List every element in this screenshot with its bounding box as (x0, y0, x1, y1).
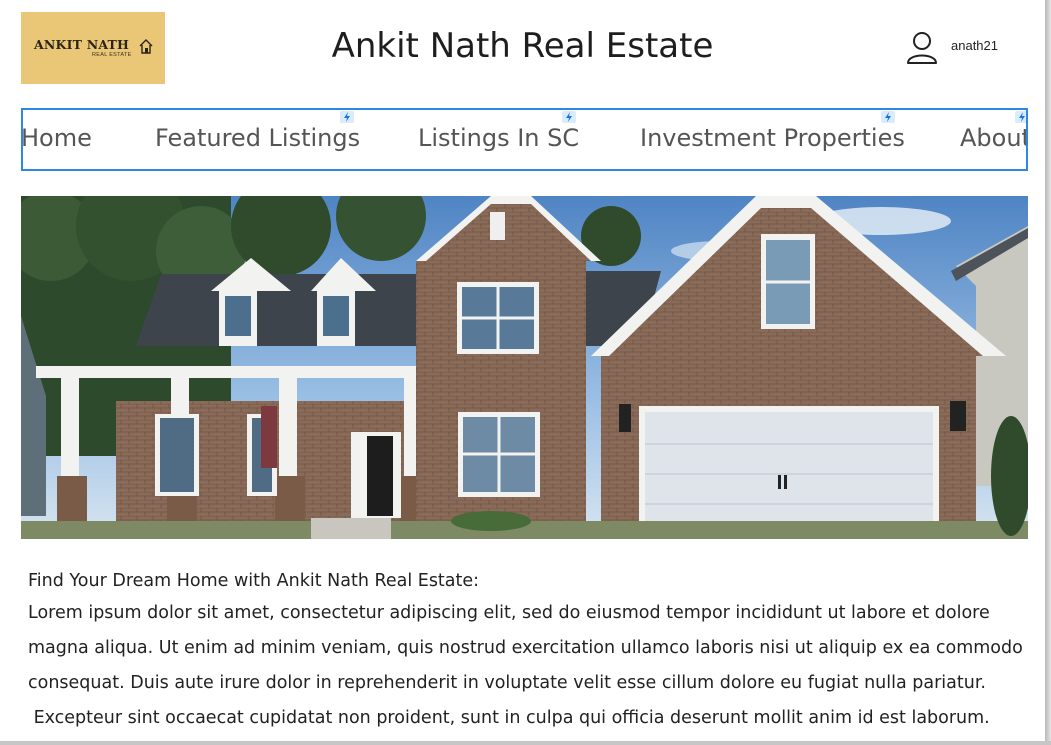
house-illustration (21, 196, 1028, 539)
hero-image (21, 196, 1028, 539)
lightning-bolt-icon (1015, 111, 1026, 123)
site-logo[interactable]: ANKIT NATH REAL ESTATE (21, 12, 165, 84)
username[interactable]: anath21 (951, 38, 998, 53)
intro-heading: Find Your Dream Home with Ankit Nath Rea… (28, 571, 480, 591)
page: ANKIT NATH REAL ESTATE Ankit Nath Real E… (0, 0, 1045, 741)
nav-item-investment-properties[interactable]: Investment Properties (640, 124, 905, 152)
house-icon (139, 39, 153, 54)
lightning-bolt-icon (881, 111, 895, 123)
intro-section: Find Your Dream Home with Ankit Nath Rea… (28, 566, 1028, 736)
logo-tagline: REAL ESTATE (92, 52, 132, 58)
nav-item-listings-in-sc[interactable]: Listings In SC (418, 124, 579, 152)
window-edge-shadow (1045, 0, 1051, 745)
body-text-line: consequat. Duis aute irure dolor in repr… (28, 673, 986, 693)
user-icon[interactable] (904, 31, 940, 65)
nav-item-home[interactable]: Home (23, 124, 92, 152)
lightning-bolt-icon (562, 111, 576, 123)
nav-item-about[interactable]: About (960, 124, 1026, 152)
main-nav: Home Featured Listings Listings In SC In… (21, 108, 1028, 171)
nav-item-featured-listings[interactable]: Featured Listings (155, 124, 360, 152)
lightning-bolt-icon (340, 111, 354, 123)
window-bottom-shadow (0, 741, 1051, 745)
page-title: Ankit Nath Real Estate (331, 26, 714, 66)
body-text-line: Excepteur sint occaecat cupidatat non pr… (28, 708, 990, 728)
logo-wordmark: ANKIT NATH (34, 37, 130, 52)
body-text-line: magna aliqua. Ut enim ad minim veniam, q… (28, 638, 1023, 658)
body-text-line: Lorem ipsum dolor sit amet, consectetur … (28, 603, 990, 623)
